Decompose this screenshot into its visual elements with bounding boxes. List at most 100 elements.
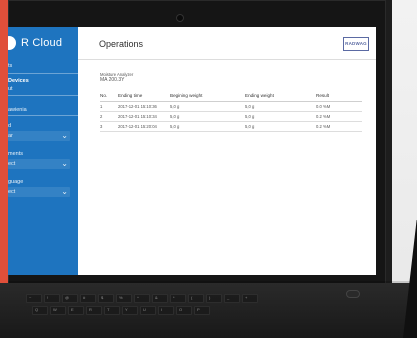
key-glyph: @ (65, 295, 70, 300)
key-glyph: ! (47, 295, 49, 300)
table-cell-ending-time: 2017-12-01 15:20:04 (118, 124, 157, 129)
key-glyph: ~ (29, 295, 32, 300)
table-cell-result: 0.2 %M (316, 114, 331, 119)
table-cell-no: 2 (100, 114, 103, 119)
laptop-screen: R Cloud ts Devices ut awienia d ar ⌄ men… (8, 27, 376, 275)
chevron-down-icon: ⌄ (61, 187, 68, 196)
table-header-row: No. Ending time Begining weight Ending w… (100, 90, 362, 102)
laptop: R Cloud ts Devices ut awienia d ar ⌄ men… (0, 0, 417, 338)
keyboard-key: U (140, 306, 156, 315)
table-cell-no: 1 (100, 104, 103, 109)
main-content: Operations RADWAG Moisture Analyzer MA 2… (78, 27, 376, 275)
sidebar-select-3[interactable]: ect ⌄ (8, 187, 70, 197)
chevron-down-icon: ⌄ (61, 159, 68, 168)
table-header-no[interactable]: No. (100, 93, 107, 98)
key-glyph: + (245, 295, 248, 300)
keyboard-key: Y (122, 306, 138, 315)
keyboard-key: Q (32, 306, 48, 315)
key-glyph: Y (125, 307, 128, 312)
keyboard-key: R (86, 306, 102, 315)
sidebar-select-1[interactable]: ar ⌄ (8, 131, 70, 141)
keyboard-key: E (68, 306, 84, 315)
table-header-ending-weight[interactable]: Ending weight (245, 93, 274, 98)
keyboard-key: I (158, 306, 174, 315)
table-cell-result: 0.0 %M (316, 104, 331, 109)
sidebar-item-devices[interactable]: Devices (8, 78, 29, 85)
keyboard-key: * (170, 294, 186, 303)
sidebar-top-label: ts (8, 63, 13, 69)
keyboard-key: ( (188, 294, 204, 303)
table-row[interactable]: 2 2017-12-01 15:10:34 5,0 g 5,0 g 0.2 %M (100, 112, 362, 122)
key-glyph: ) (209, 295, 211, 300)
key-glyph: ( (191, 295, 193, 300)
laptop-bezel: R Cloud ts Devices ut awienia d ar ⌄ men… (8, 0, 392, 298)
key-glyph: W (53, 307, 57, 312)
sidebar: R Cloud ts Devices ut awienia d ar ⌄ men… (8, 27, 78, 275)
sidebar-label-1: d (8, 123, 12, 129)
key-glyph: $ (101, 295, 104, 300)
keyboard-key: ^ (134, 294, 150, 303)
sidebar-select-3-value: ect (8, 189, 16, 195)
keyboard-key: T (104, 306, 120, 315)
key-glyph: % (119, 295, 123, 300)
header-divider (78, 59, 376, 60)
keyboard-key: % (116, 294, 132, 303)
sidebar-divider (8, 115, 78, 116)
keyboard-key: O (176, 306, 192, 315)
sidebar-select-2[interactable]: ect ⌄ (8, 159, 70, 169)
keyboard-key: # (80, 294, 96, 303)
sidebar-label-3: guage (8, 179, 24, 185)
keyboard-key: W (50, 306, 66, 315)
table-cell-ending-weight: 5,0 g (245, 104, 255, 109)
company-logo: RADWAG (343, 37, 369, 51)
keyboard-key: + (242, 294, 258, 303)
table-cell-ending-time: 2017-12-01 15:10:34 (118, 114, 157, 119)
key-glyph: & (155, 295, 158, 300)
table-cell-beginning-weight: 5,0 g (170, 114, 180, 119)
table-cell-ending-weight: 5,0 g (245, 124, 255, 129)
key-glyph: _ (227, 295, 230, 300)
sidebar-section-label: awienia (8, 107, 27, 113)
sidebar-select-1-value: ar (8, 133, 13, 139)
chevron-down-icon: ⌄ (61, 131, 68, 140)
webcam-icon (176, 14, 184, 22)
table-header-ending-time[interactable]: Ending time (118, 93, 142, 98)
key-glyph: R (89, 307, 92, 312)
scene: R Cloud ts Devices ut awienia d ar ⌄ men… (0, 0, 417, 338)
sidebar-label-2: ments (8, 151, 23, 157)
table-header-result[interactable]: Result (316, 93, 329, 98)
key-glyph: E (71, 307, 74, 312)
keyboard-key: _ (224, 294, 240, 303)
table-row[interactable]: 1 2017-12-01 15:10:36 5,0 g 5,0 g 0.0 %M (100, 102, 362, 112)
keyboard-key: ) (206, 294, 222, 303)
key-glyph: * (173, 295, 175, 300)
keyboard-key: & (152, 294, 168, 303)
key-glyph: U (143, 307, 146, 312)
key-glyph: # (83, 295, 86, 300)
key-glyph: P (197, 307, 200, 312)
table-cell-beginning-weight: 5,0 g (170, 124, 180, 129)
device-model-label: MA 200.3Y (100, 77, 125, 83)
power-button (346, 290, 360, 298)
table-cell-ending-time: 2017-12-01 15:10:36 (118, 104, 157, 109)
keyboard-key: @ (62, 294, 78, 303)
keyboard-key: P (194, 306, 210, 315)
right-edge-shadow (403, 220, 417, 338)
brand: R Cloud (8, 33, 68, 53)
table-row[interactable]: 3 2017-12-01 15:20:04 5,0 g 5,0 g 0.2 %M (100, 122, 362, 132)
sidebar-divider (8, 73, 78, 74)
table-header-beginning-weight[interactable]: Begining weight (170, 93, 202, 98)
key-glyph: O (179, 307, 183, 312)
sidebar-divider (8, 95, 78, 96)
keyboard-key: $ (98, 294, 114, 303)
page-title: Operations (99, 39, 144, 49)
operations-table: No. Ending time Begining weight Ending w… (100, 90, 362, 132)
sidebar-item-devices-sub[interactable]: ut (8, 86, 13, 93)
keyboard-key: ~ (26, 294, 42, 303)
brand-title: R Cloud (21, 37, 63, 49)
table-cell-beginning-weight: 5,0 g (170, 104, 180, 109)
key-glyph: Q (35, 307, 39, 312)
key-glyph: T (107, 307, 110, 312)
cloud-logo-icon (8, 36, 16, 50)
table-cell-no: 3 (100, 124, 103, 129)
